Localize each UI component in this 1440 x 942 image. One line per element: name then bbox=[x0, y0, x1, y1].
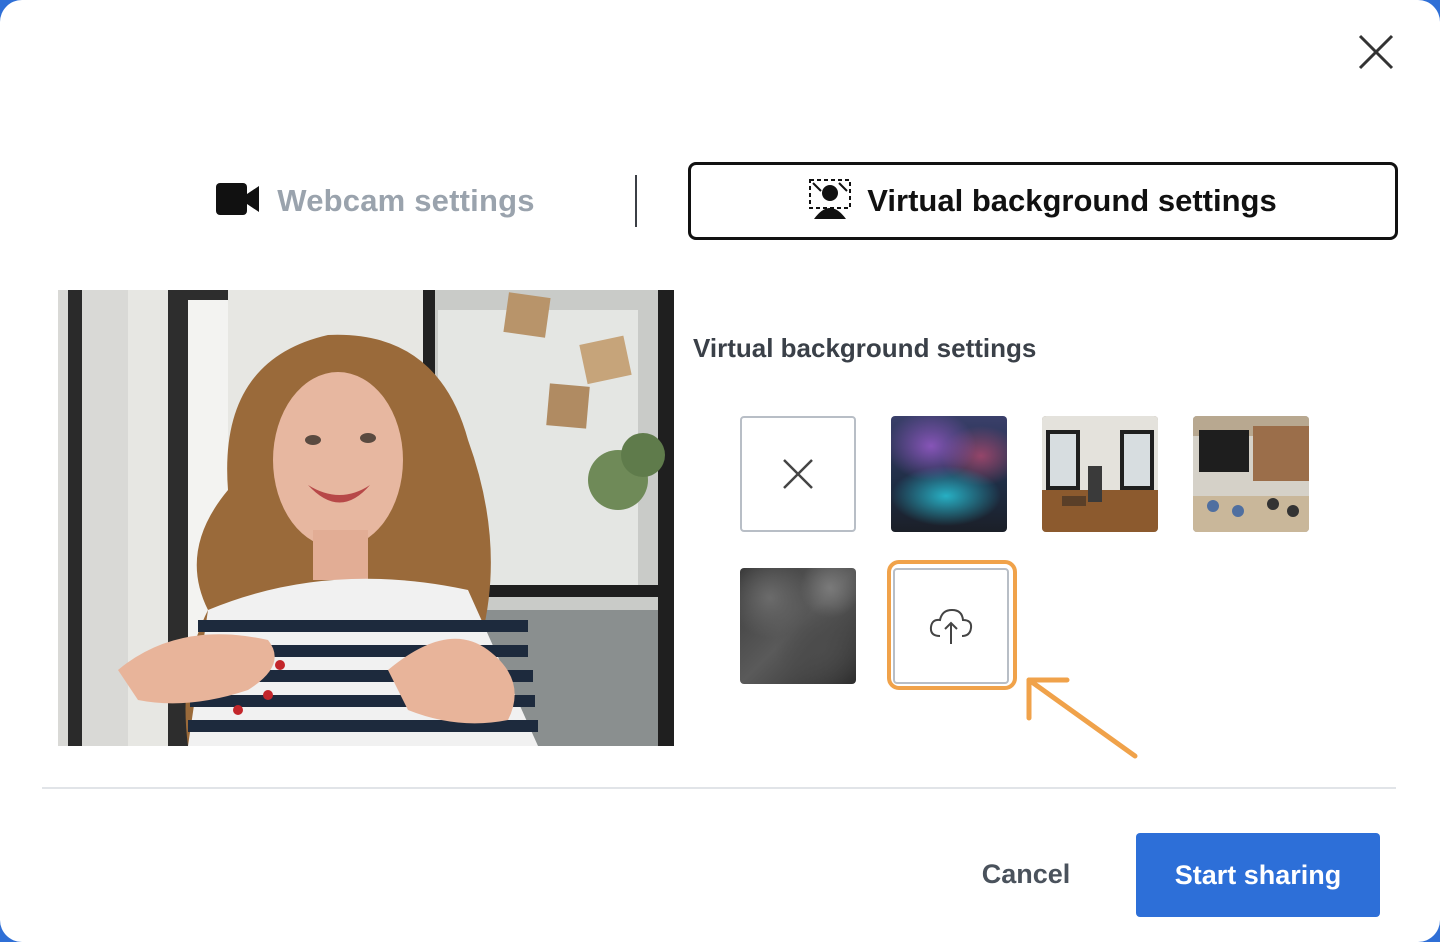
cloud-upload-icon bbox=[929, 608, 973, 644]
cancel-button[interactable]: Cancel bbox=[960, 845, 1092, 903]
tab-virtual-background-label: Virtual background settings bbox=[867, 183, 1277, 218]
upload-background-button[interactable] bbox=[893, 568, 1009, 684]
start-sharing-button[interactable]: Start sharing bbox=[1136, 833, 1380, 917]
tab-webcam-settings[interactable]: Webcam settings bbox=[150, 162, 600, 240]
tab-divider bbox=[635, 175, 637, 227]
close-icon bbox=[1358, 34, 1394, 70]
x-icon bbox=[783, 459, 813, 489]
tab-webcam-label: Webcam settings bbox=[277, 183, 535, 218]
background-aurora-option[interactable] bbox=[891, 416, 1007, 532]
background-cafe-option[interactable] bbox=[1193, 416, 1309, 532]
annotation-arrow-icon bbox=[1026, 677, 1138, 759]
background-none-option[interactable] bbox=[740, 416, 856, 532]
section-title: Virtual background settings bbox=[693, 333, 1037, 363]
close-button[interactable] bbox=[1354, 30, 1398, 74]
background-marble-option[interactable] bbox=[740, 568, 856, 684]
virtual-background-dialog: Webcam settings Virtual background setti… bbox=[0, 0, 1440, 942]
background-office-option[interactable] bbox=[1042, 416, 1158, 532]
virtual-background-icon bbox=[809, 178, 852, 224]
tab-virtual-background-settings[interactable]: Virtual background settings bbox=[688, 162, 1398, 240]
footer-divider bbox=[42, 787, 1396, 789]
video-camera-icon bbox=[215, 182, 261, 221]
webcam-preview bbox=[58, 290, 674, 746]
